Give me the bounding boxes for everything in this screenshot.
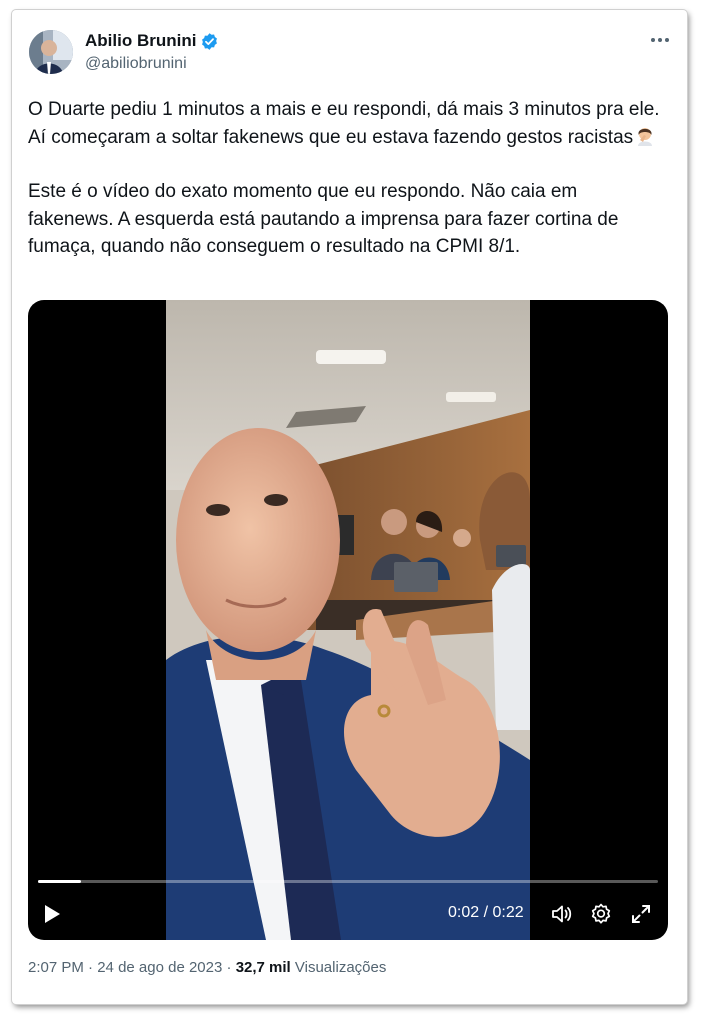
- verified-badge-icon: [200, 32, 219, 51]
- volume-icon[interactable]: [550, 902, 574, 926]
- gear-icon[interactable]: [589, 902, 613, 926]
- tweet-paragraph: Este é o vídeo do exato momento que eu r…: [28, 178, 668, 261]
- author-name[interactable]: Abilio Brunini: [85, 31, 196, 51]
- video-time: 0:02 / 0:22: [448, 904, 524, 922]
- current-time: 0:02: [448, 904, 480, 921]
- progress-bar[interactable]: [38, 880, 658, 883]
- meta-separator: ·: [83, 959, 98, 976]
- fullscreen-icon[interactable]: [629, 902, 653, 926]
- author-handle[interactable]: @abiliobrunini: [85, 55, 187, 73]
- time-separator: /: [479, 904, 493, 921]
- facepalm-emoji-icon: [635, 126, 655, 146]
- video-frame[interactable]: [166, 300, 530, 940]
- views-label: Visualizações: [290, 959, 387, 976]
- author-row: Abilio Brunini: [85, 31, 219, 51]
- tweet-card: Abilio Brunini @abiliobrunini O Duarte p…: [12, 10, 687, 1004]
- progress-fill: [38, 880, 82, 883]
- tweet-paragraph: O Duarte pediu 1 minutos a mais e eu res…: [28, 96, 668, 151]
- meta-separator: ·: [222, 959, 236, 976]
- tweet-paragraph-2: Este é o vídeo do exato momento que eu r…: [28, 181, 619, 257]
- post-time[interactable]: 2:07 PM: [28, 959, 84, 976]
- avatar[interactable]: [29, 30, 73, 74]
- duration: 0:22: [492, 904, 524, 921]
- video-player[interactable]: 0:02 / 0:22: [28, 300, 668, 940]
- more-dots-icon[interactable]: [647, 30, 673, 50]
- play-icon[interactable]: [42, 903, 62, 925]
- tweet-paragraph-1: O Duarte pediu 1 minutos a mais e eu res…: [28, 99, 660, 148]
- tweet-text: O Duarte pediu 1 minutos a mais e eu res…: [28, 96, 668, 261]
- views-count: 32,7 mil: [235, 959, 291, 976]
- tweet-meta: 2:07 PM · 24 de ago de 2023 · 32,7 mil V…: [28, 959, 386, 976]
- post-date[interactable]: 24 de ago de 2023: [97, 959, 222, 976]
